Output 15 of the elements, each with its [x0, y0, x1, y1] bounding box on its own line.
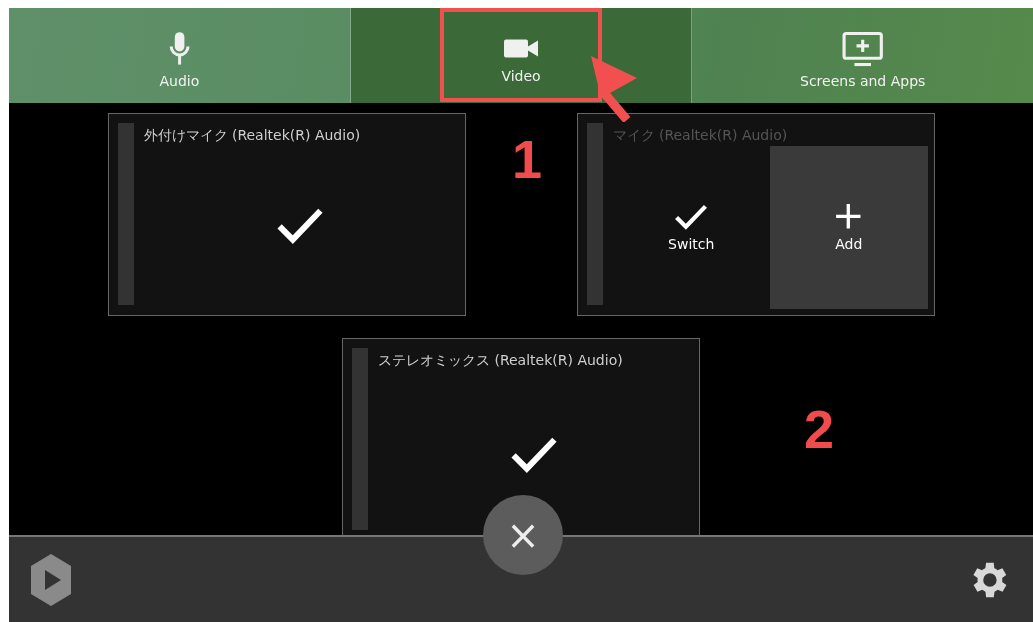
device-action-button[interactable]: Add — [770, 146, 928, 309]
device-name: マイク (Realtek(R) Audio) — [612, 127, 789, 145]
annotation-number: 1 — [512, 128, 543, 190]
device-card[interactable]: マイク (Realtek(R) Audio) Switch Add — [576, 113, 935, 316]
device-name: 外付けマイク (Realtek(R) Audio) — [143, 127, 362, 145]
check-icon — [275, 206, 324, 245]
device-card[interactable]: 外付けマイク (Realtek(R) Audio) — [107, 113, 466, 316]
close-button[interactable]: × — [483, 495, 563, 575]
source-tab[interactable]: Screens and Apps — [691, 8, 1033, 103]
plus-icon — [835, 203, 863, 230]
source-tab[interactable]: Video — [349, 8, 692, 103]
device-name: ステレオミックス (Realtek(R) Audio) — [378, 352, 624, 370]
annotation-number: 2 — [804, 398, 835, 460]
monitor-plus-icon — [842, 30, 884, 67]
check-icon — [674, 202, 709, 231]
